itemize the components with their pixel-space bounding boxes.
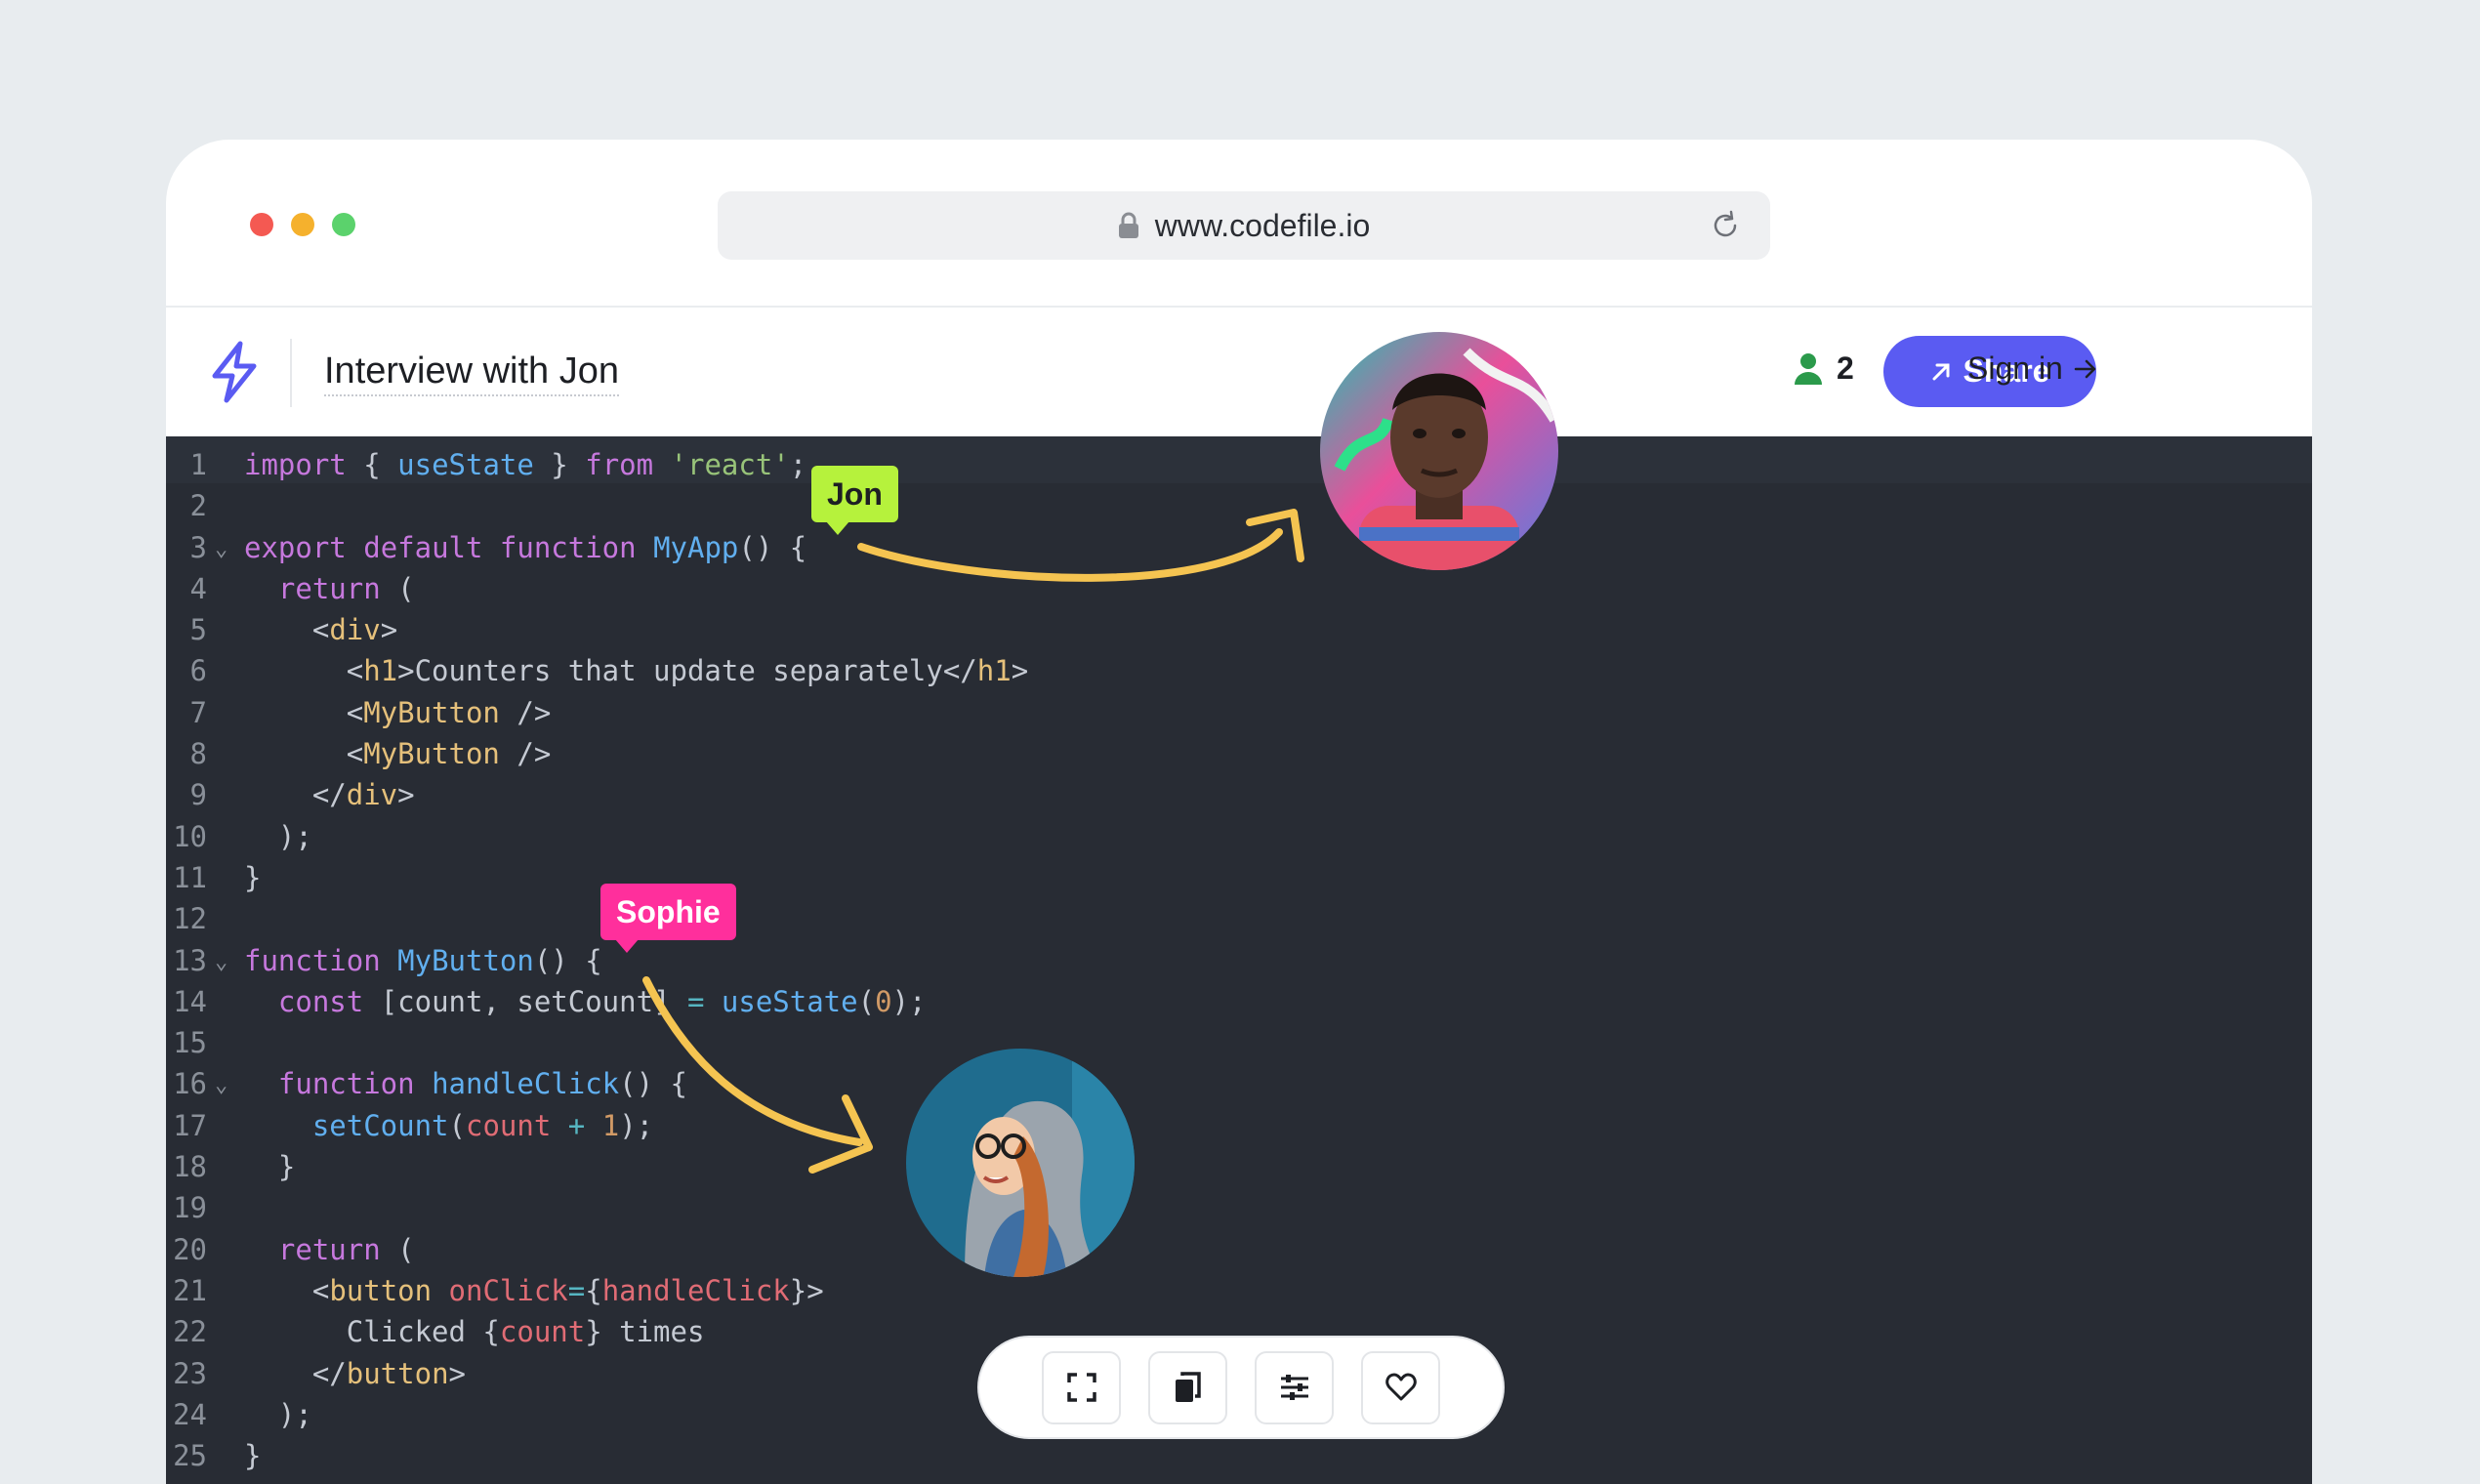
editor-toolbar: [977, 1336, 1505, 1439]
fullscreen-icon: [1066, 1373, 1096, 1402]
copy-button[interactable]: [1148, 1350, 1227, 1424]
jon-pointer-arrow-icon: [642, 509, 1304, 1174]
settings-sliders-icon: [1280, 1375, 1308, 1400]
favorite-button[interactable]: [1361, 1350, 1440, 1424]
settings-button[interactable]: [1255, 1350, 1334, 1424]
copy-icon: [1175, 1372, 1201, 1402]
heart-icon: [1385, 1373, 1417, 1401]
fullscreen-button[interactable]: [1042, 1350, 1121, 1424]
